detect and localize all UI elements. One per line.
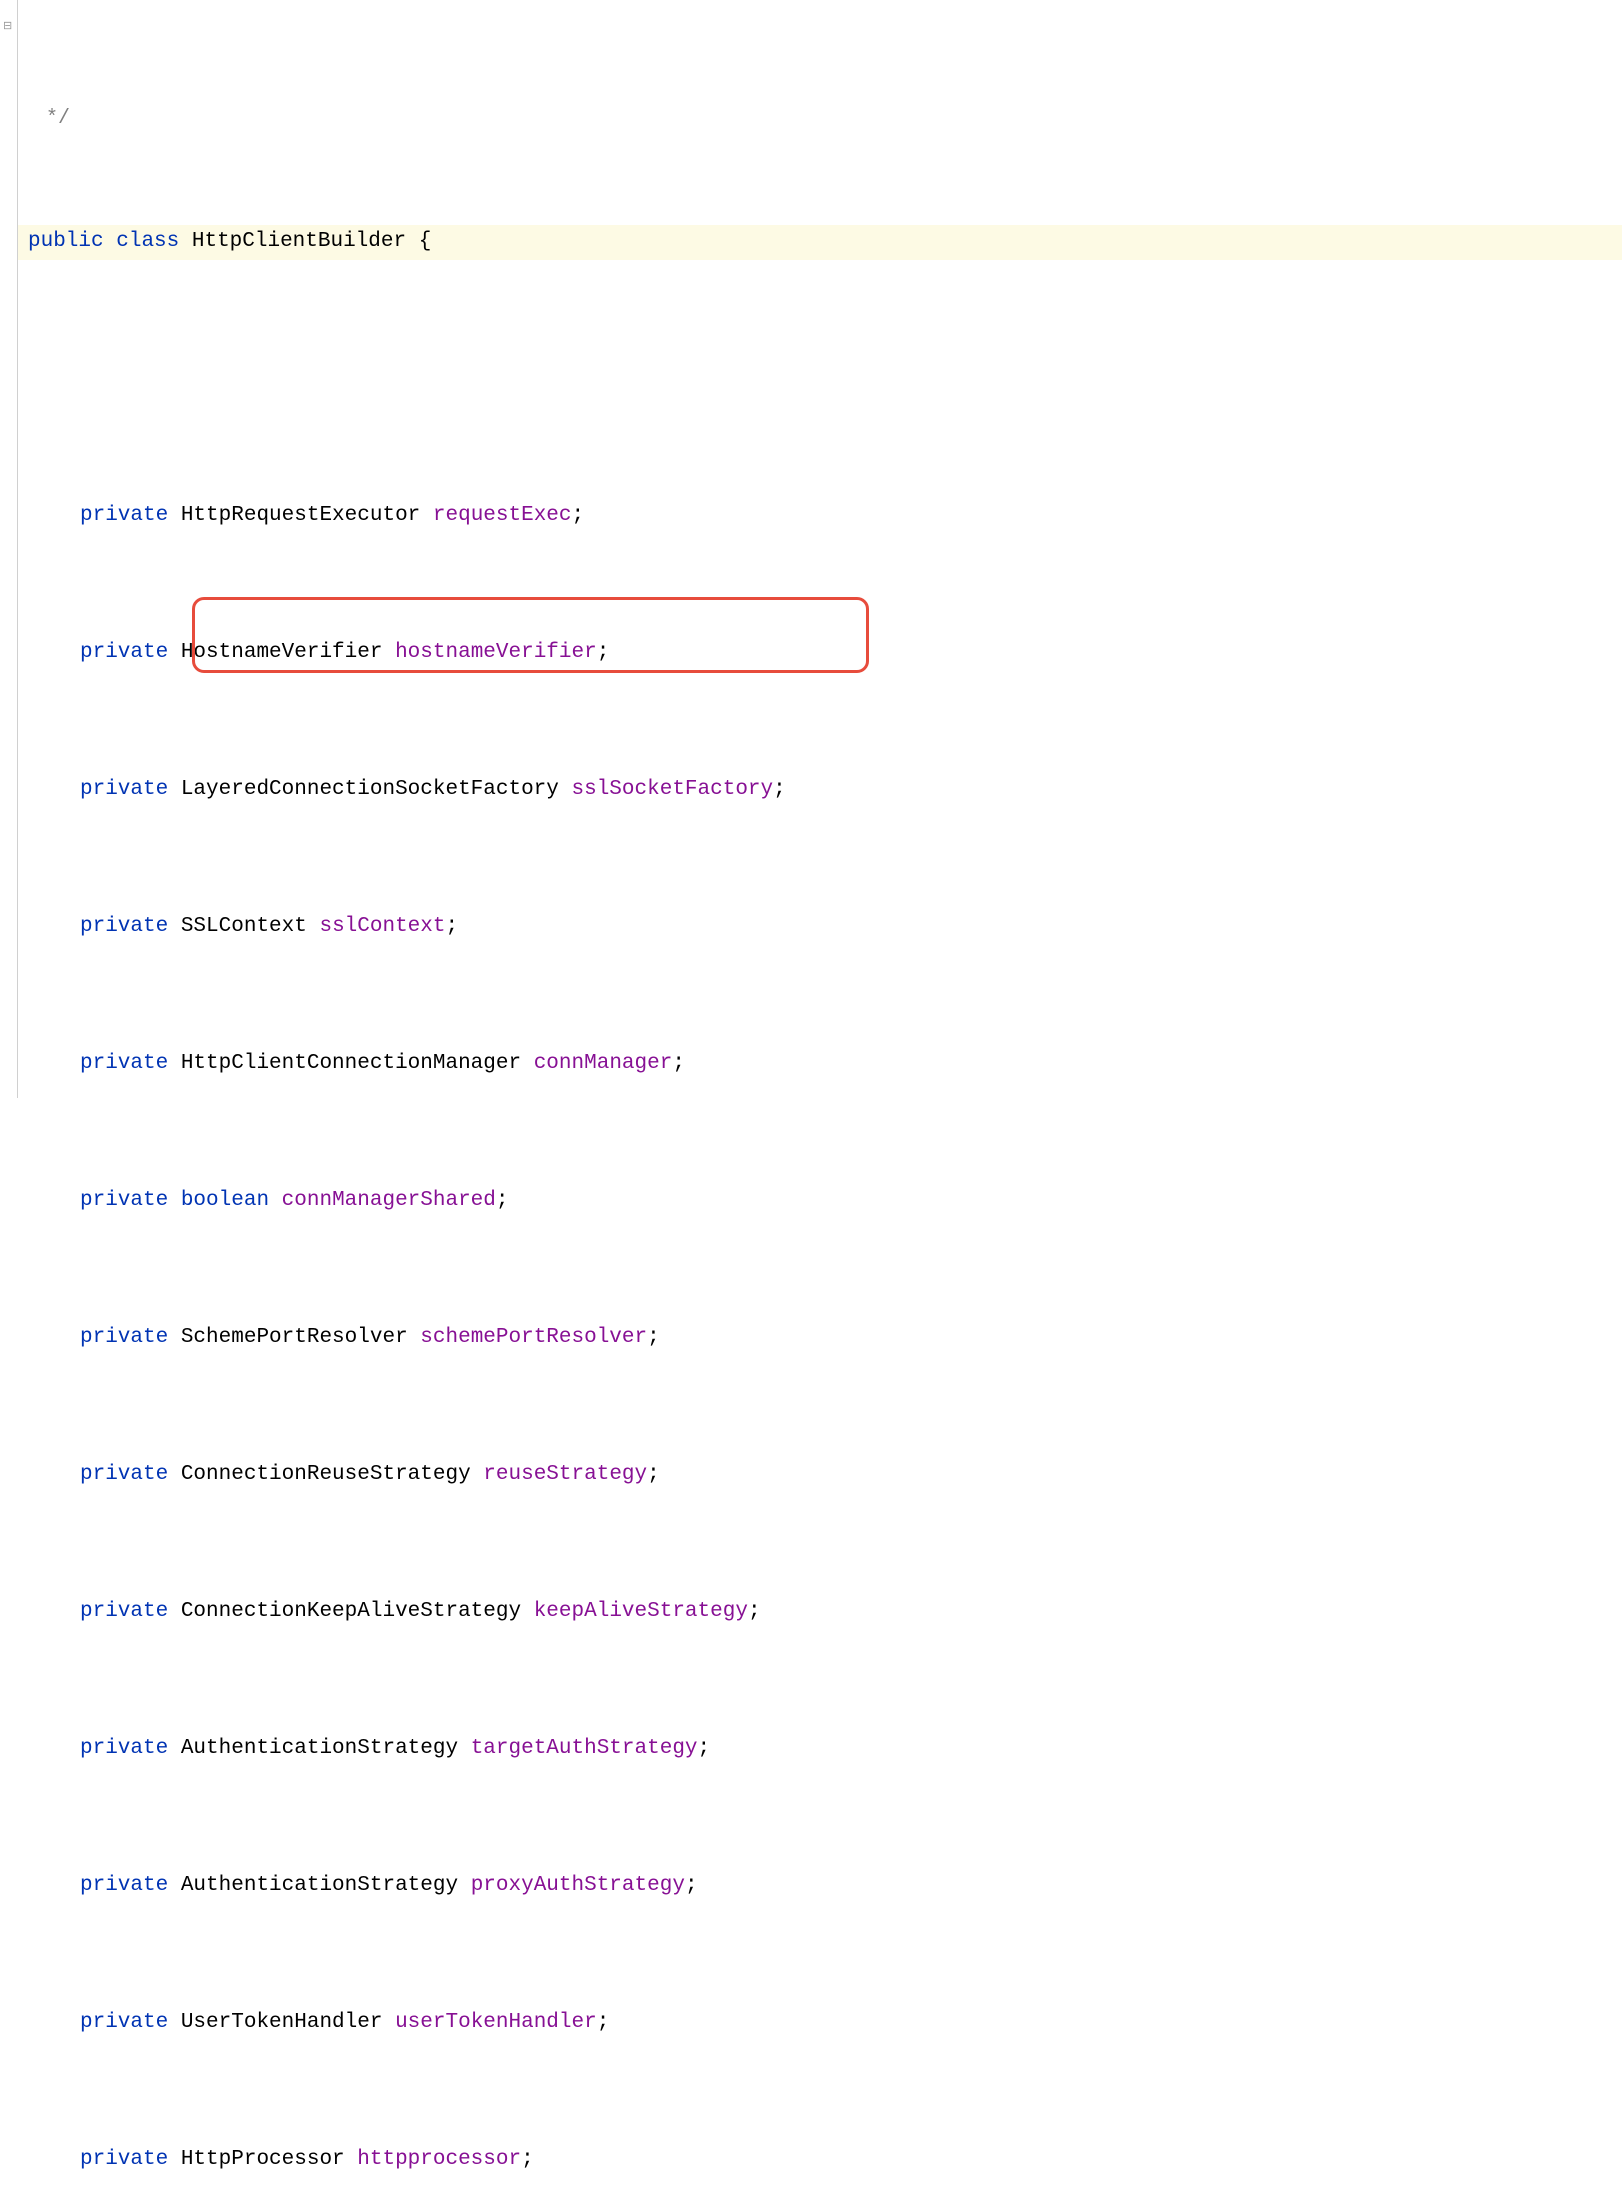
semicolon: ; xyxy=(597,636,610,670)
field-line[interactable]: private ConnectionKeepAliveStrategy keep… xyxy=(18,1595,1622,1629)
keyword-boolean: boolean xyxy=(181,1184,269,1218)
keyword-private: private xyxy=(80,1047,168,1081)
field-name: schemePortResolver xyxy=(420,1321,647,1355)
field-type: ConnectionKeepAliveStrategy xyxy=(181,1595,521,1629)
semicolon: ; xyxy=(748,1595,761,1629)
field-name: requestExec xyxy=(433,499,572,533)
field-line[interactable]: private ConnectionReuseStrategy reuseStr… xyxy=(18,1458,1622,1492)
field-line[interactable]: private boolean connManagerShared; xyxy=(18,1184,1622,1218)
field-type: HttpClientConnectionManager xyxy=(181,1047,521,1081)
code-content[interactable]: */ public class HttpClientBuilder { priv… xyxy=(18,0,1622,1098)
keyword-private: private xyxy=(80,499,168,533)
field-name: connManager xyxy=(534,1047,673,1081)
field-name: hostnameVerifier xyxy=(395,636,597,670)
keyword-private: private xyxy=(80,2143,168,2177)
open-brace: { xyxy=(419,225,432,259)
field-type: AuthenticationStrategy xyxy=(181,1732,458,1766)
field-name: keepAliveStrategy xyxy=(534,1595,748,1629)
keyword-private: private xyxy=(80,1732,168,1766)
semicolon: ; xyxy=(521,2143,534,2177)
fold-collapse-icon[interactable]: ⊟ xyxy=(3,22,12,33)
semicolon: ; xyxy=(773,773,786,807)
field-type: UserTokenHandler xyxy=(181,2006,383,2040)
field-type: HttpRequestExecutor xyxy=(181,499,420,533)
semicolon: ; xyxy=(496,1184,509,1218)
field-type: SSLContext xyxy=(181,910,307,944)
keyword-private: private xyxy=(80,1184,168,1218)
semicolon: ; xyxy=(597,2006,610,2040)
field-name: reuseStrategy xyxy=(483,1458,647,1492)
field-line[interactable]: private AuthenticationStrategy targetAut… xyxy=(18,1732,1622,1766)
editor-gutter[interactable]: ⊟ xyxy=(0,0,18,1098)
keyword-private: private xyxy=(80,1458,168,1492)
class-name: HttpClientBuilder xyxy=(192,225,406,259)
blank-line[interactable] xyxy=(18,362,1622,396)
semicolon: ; xyxy=(698,1732,711,1766)
field-name: sslContext xyxy=(319,910,445,944)
field-name: proxyAuthStrategy xyxy=(471,1869,685,1903)
field-name: targetAuthStrategy xyxy=(471,1732,698,1766)
keyword-private: private xyxy=(80,1595,168,1629)
code-editor[interactable]: ⊟ */ public class HttpClientBuilder { pr… xyxy=(0,0,1622,1098)
field-type: LayeredConnectionSocketFactory xyxy=(181,773,559,807)
semicolon: ; xyxy=(672,1047,685,1081)
field-line[interactable]: private LayeredConnectionSocketFactory s… xyxy=(18,773,1622,807)
field-line[interactable]: private HostnameVerifier hostnameVerifie… xyxy=(18,636,1622,670)
semicolon: ; xyxy=(446,910,459,944)
keyword-class: class xyxy=(116,225,179,259)
field-type: HttpProcessor xyxy=(181,2143,345,2177)
field-name: httpprocessor xyxy=(357,2143,521,2177)
keyword-private: private xyxy=(80,2006,168,2040)
keyword-public: public xyxy=(28,225,104,259)
field-line[interactable]: private AuthenticationStrategy proxyAuth… xyxy=(18,1869,1622,1903)
keyword-private: private xyxy=(80,1321,168,1355)
field-line[interactable]: private SchemePortResolver schemePortRes… xyxy=(18,1321,1622,1355)
field-type: ConnectionReuseStrategy xyxy=(181,1458,471,1492)
keyword-private: private xyxy=(80,910,168,944)
comment-end: */ xyxy=(18,103,1622,123)
field-line[interactable]: private HttpProcessor httpprocessor; xyxy=(18,2143,1622,2177)
field-name: sslSocketFactory xyxy=(572,773,774,807)
field-line[interactable]: private SSLContext sslContext; xyxy=(18,910,1622,944)
keyword-private: private xyxy=(80,773,168,807)
semicolon: ; xyxy=(647,1321,660,1355)
field-type: SchemePortResolver xyxy=(181,1321,408,1355)
field-type: AuthenticationStrategy xyxy=(181,1869,458,1903)
field-line[interactable]: private HttpClientConnectionManager conn… xyxy=(18,1047,1622,1081)
field-line[interactable]: private UserTokenHandler userTokenHandle… xyxy=(18,2006,1622,2040)
field-name: connManagerShared xyxy=(282,1184,496,1218)
keyword-private: private xyxy=(80,1869,168,1903)
field-line[interactable]: private HttpRequestExecutor requestExec; xyxy=(18,499,1622,533)
semicolon: ; xyxy=(647,1458,660,1492)
semicolon: ; xyxy=(685,1869,698,1903)
class-decl-line[interactable]: public class HttpClientBuilder { xyxy=(18,225,1622,259)
field-name: userTokenHandler xyxy=(395,2006,597,2040)
semicolon: ; xyxy=(572,499,585,533)
keyword-private: private xyxy=(80,636,168,670)
field-type: HostnameVerifier xyxy=(181,636,383,670)
